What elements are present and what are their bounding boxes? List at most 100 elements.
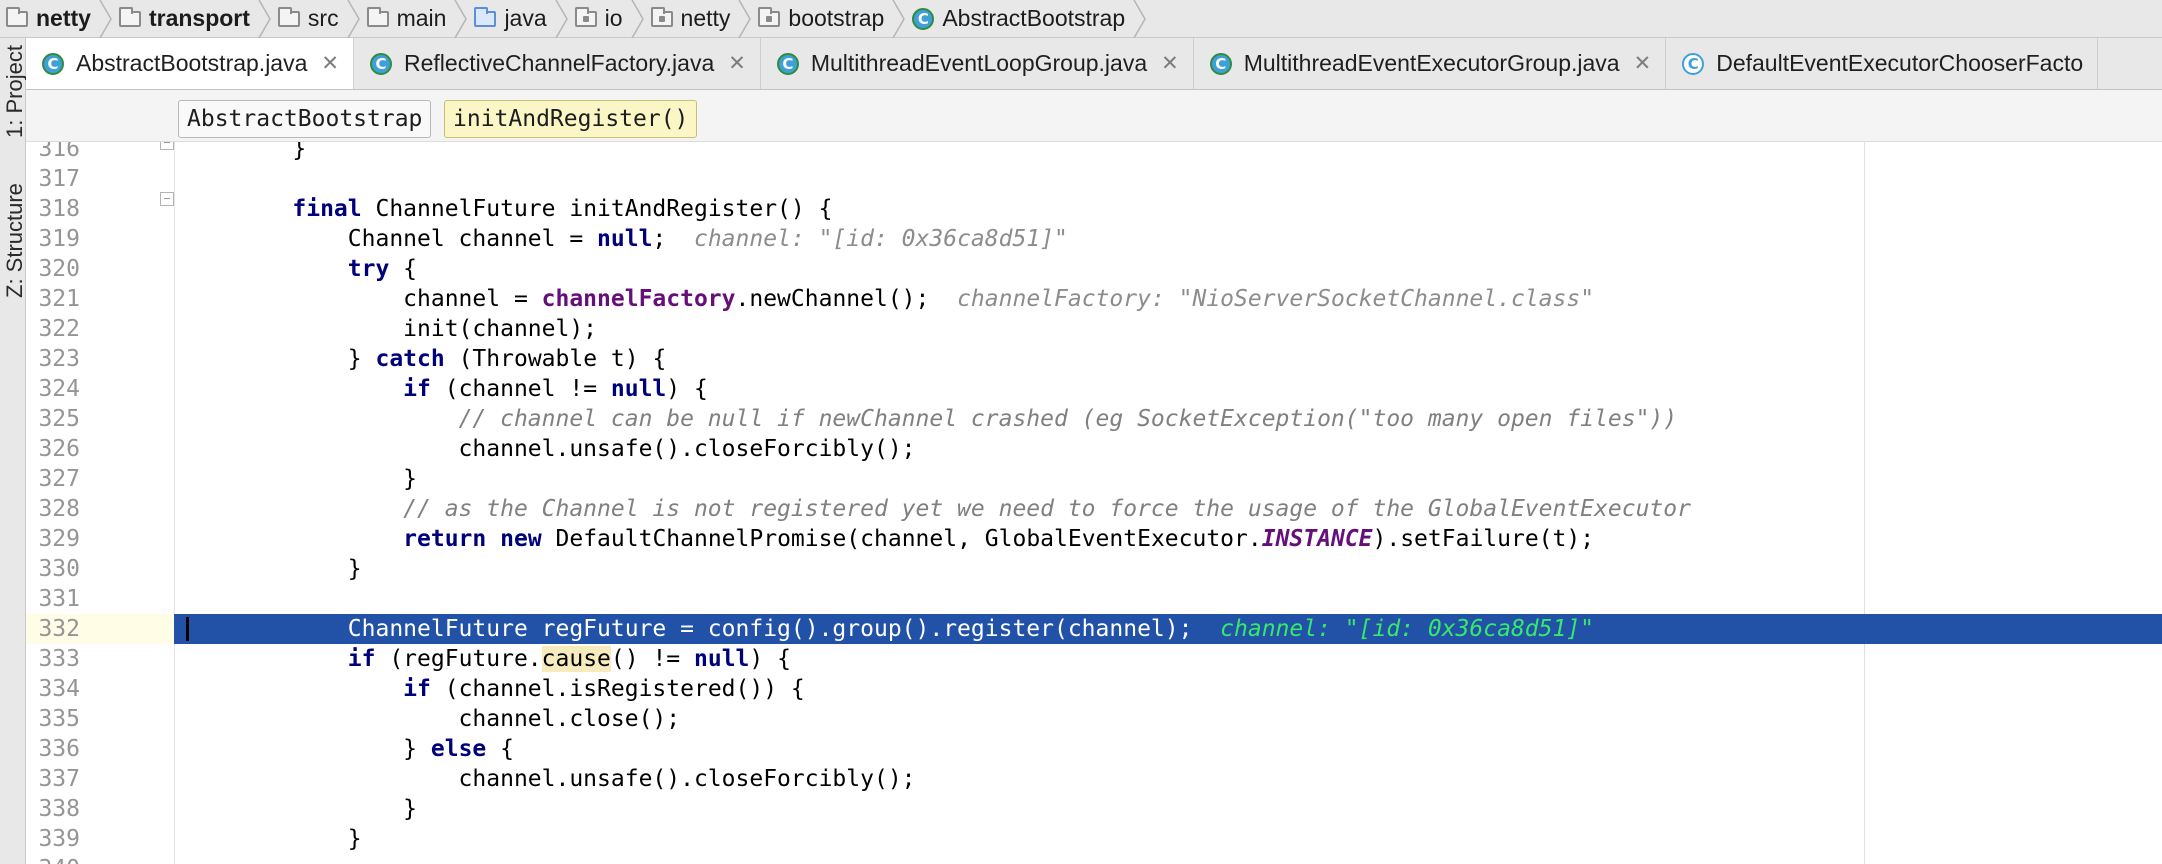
line-number: 322 — [38, 316, 80, 342]
code-editor[interactable]: 316 } 317 318 final ChannelFuture initAndR… — [26, 142, 2162, 864]
breadcrumb-label: netty — [680, 5, 731, 31]
close-icon[interactable]: ✕ — [728, 51, 746, 76]
code-line[interactable]: 316 } — [26, 142, 2162, 164]
code-line[interactable]: 320 try { — [26, 254, 2162, 284]
breadcrumb-item[interactable]: java — [468, 0, 552, 38]
structure-tool-tab-label: Z: Structure — [2, 183, 27, 298]
chevron-right-icon — [256, 0, 272, 38]
class-icon: C — [912, 7, 935, 30]
code-line[interactable]: 337 channel.unsafe().closeForcibly(); — [26, 764, 2162, 794]
source-folder-icon — [474, 6, 497, 27]
code-text: ChannelFuture regFuture = config().group… — [237, 616, 1595, 642]
code-line[interactable]: 318 final ChannelFuture initAndRegister(… — [26, 194, 2162, 224]
line-number: 338 — [38, 796, 80, 822]
structure-tool-tab[interactable]: Z: Structure — [0, 168, 27, 308]
breadcrumb-item[interactable]: C AbstractBootstrap — [906, 0, 1131, 38]
breadcrumb-item[interactable]: netty — [0, 0, 97, 38]
line-number: 326 — [38, 436, 80, 462]
code-text: } — [237, 556, 362, 582]
editor-tab[interactable]: C DefaultEventExecutorChooserFacto — [1666, 38, 2099, 89]
package-icon — [758, 6, 781, 27]
code-line[interactable]: 322 init(channel); — [26, 314, 2162, 344]
code-text: final ChannelFuture initAndRegister() { — [292, 196, 833, 222]
line-number: 333 — [38, 646, 80, 672]
close-icon[interactable]: ✕ — [1634, 51, 1652, 76]
chevron-right-icon — [553, 0, 569, 38]
breadcrumb-item[interactable]: bootstrap — [752, 0, 890, 38]
code-line[interactable]: 325 // channel can be null if newChannel… — [26, 404, 2162, 434]
class-crumb[interactable]: AbstractBootstrap — [178, 100, 432, 138]
current-line[interactable]: 332 ChannelFuture regFuture = config().g… — [26, 614, 2162, 644]
breadcrumb-label: netty — [36, 5, 91, 31]
code-text: return new DefaultChannelPromise(channel… — [403, 526, 1595, 552]
editor-tab[interactable]: C ReflectiveChannelFactory.java ✕ — [354, 38, 761, 89]
chevron-right-icon — [890, 0, 906, 38]
code-line[interactable]: 331 — [26, 584, 2162, 614]
breadcrumb-item[interactable]: src — [272, 0, 345, 38]
close-icon[interactable]: ✕ — [1161, 51, 1179, 76]
breadcrumb-item[interactable]: netty — [645, 0, 737, 38]
code-text: init(channel); — [237, 316, 598, 342]
code-text: } — [237, 796, 418, 822]
breadcrumb-label: bootstrap — [788, 5, 885, 31]
package-icon — [650, 6, 673, 27]
code-text: } — [237, 466, 418, 492]
breadcrumb-item[interactable]: transport — [113, 0, 256, 38]
class-icon: C — [42, 52, 64, 75]
code-line[interactable]: 329 return new DefaultChannelPromise(cha… — [26, 524, 2162, 554]
code-line[interactable]: 327 } — [26, 464, 2162, 494]
code-text: try { — [347, 256, 418, 282]
code-text: } — [237, 826, 362, 852]
breadcrumb-label: main — [396, 5, 447, 31]
line-number: 330 — [38, 556, 80, 582]
code-text: } — [237, 142, 307, 162]
code-line[interactable]: 330 } — [26, 554, 2162, 584]
breadcrumb-item[interactable]: io — [569, 0, 629, 38]
code-line[interactable]: 328 // as the Channel is not registered … — [26, 494, 2162, 524]
editor-tab[interactable]: C AbstractBootstrap.java ✕ — [26, 38, 355, 89]
breadcrumb-label: java — [504, 5, 547, 31]
editor-tab-label: MultithreadEventExecutorGroup.java — [1243, 50, 1620, 76]
class-icon: C — [776, 52, 799, 75]
code-text: // as the Channel is not registered yet … — [403, 496, 1691, 522]
chevron-right-icon — [1131, 0, 1147, 38]
line-number: 327 — [38, 466, 80, 492]
code-line[interactable]: 323 } catch (Throwable t) { — [26, 344, 2162, 374]
code-line[interactable]: 319 Channel channel = null; channel: "[i… — [26, 224, 2162, 254]
line-number: 317 — [38, 166, 80, 192]
project-tool-tab[interactable]: 1: Project — [0, 38, 27, 148]
code-line[interactable]: 333 if (regFuture.cause() != null) { — [26, 644, 2162, 674]
code-text: if (regFuture.cause() != null) { — [347, 646, 791, 672]
line-number: 318 — [38, 196, 80, 222]
code-line[interactable]: 335 channel.close(); — [26, 704, 2162, 734]
close-icon[interactable]: ✕ — [321, 51, 339, 76]
method-crumb[interactable]: initAndRegister() — [444, 100, 698, 138]
fold-marker-icon[interactable] — [160, 192, 174, 206]
code-line[interactable]: 339 } — [26, 824, 2162, 854]
code-line[interactable]: 336 } else { — [26, 734, 2162, 764]
class-icon: C — [370, 52, 393, 75]
code-line[interactable]: 334 if (channel.isRegistered()) { — [26, 674, 2162, 704]
line-number: 331 — [38, 586, 80, 612]
editor-tab[interactable]: C MultithreadEventLoopGroup.java ✕ — [761, 38, 1194, 89]
code-line[interactable]: 338 } — [26, 794, 2162, 824]
line-number: 325 — [38, 406, 80, 432]
line-number: 319 — [38, 226, 80, 252]
code-line[interactable]: 326 channel.unsafe().closeForcibly(); — [26, 434, 2162, 464]
chevron-right-icon — [97, 0, 113, 38]
code-line[interactable]: 317 — [26, 164, 2162, 194]
code-text: if (channel != null) { — [403, 376, 708, 402]
code-line[interactable]: 321 channel = channelFactory.newChannel(… — [26, 284, 2162, 314]
code-text: channel = channelFactory.newChannel(); c… — [237, 286, 1595, 312]
code-line[interactable]: 324 if (channel != null) { — [26, 374, 2162, 404]
folder-icon — [277, 6, 300, 27]
code-line[interactable]: 340 — [26, 854, 2162, 864]
line-number: 320 — [38, 256, 80, 282]
breadcrumb-label: AbstractBootstrap — [942, 5, 1126, 31]
code-text: } catch (Throwable t) { — [237, 346, 667, 372]
breadcrumb-item[interactable]: main — [361, 0, 453, 38]
editor-tab-label: DefaultEventExecutorChooserFacto — [1716, 50, 2084, 76]
fold-marker-icon[interactable] — [160, 142, 174, 150]
editor-tab[interactable]: C MultithreadEventExecutorGroup.java ✕ — [1194, 38, 1667, 89]
folder-icon — [118, 6, 141, 27]
